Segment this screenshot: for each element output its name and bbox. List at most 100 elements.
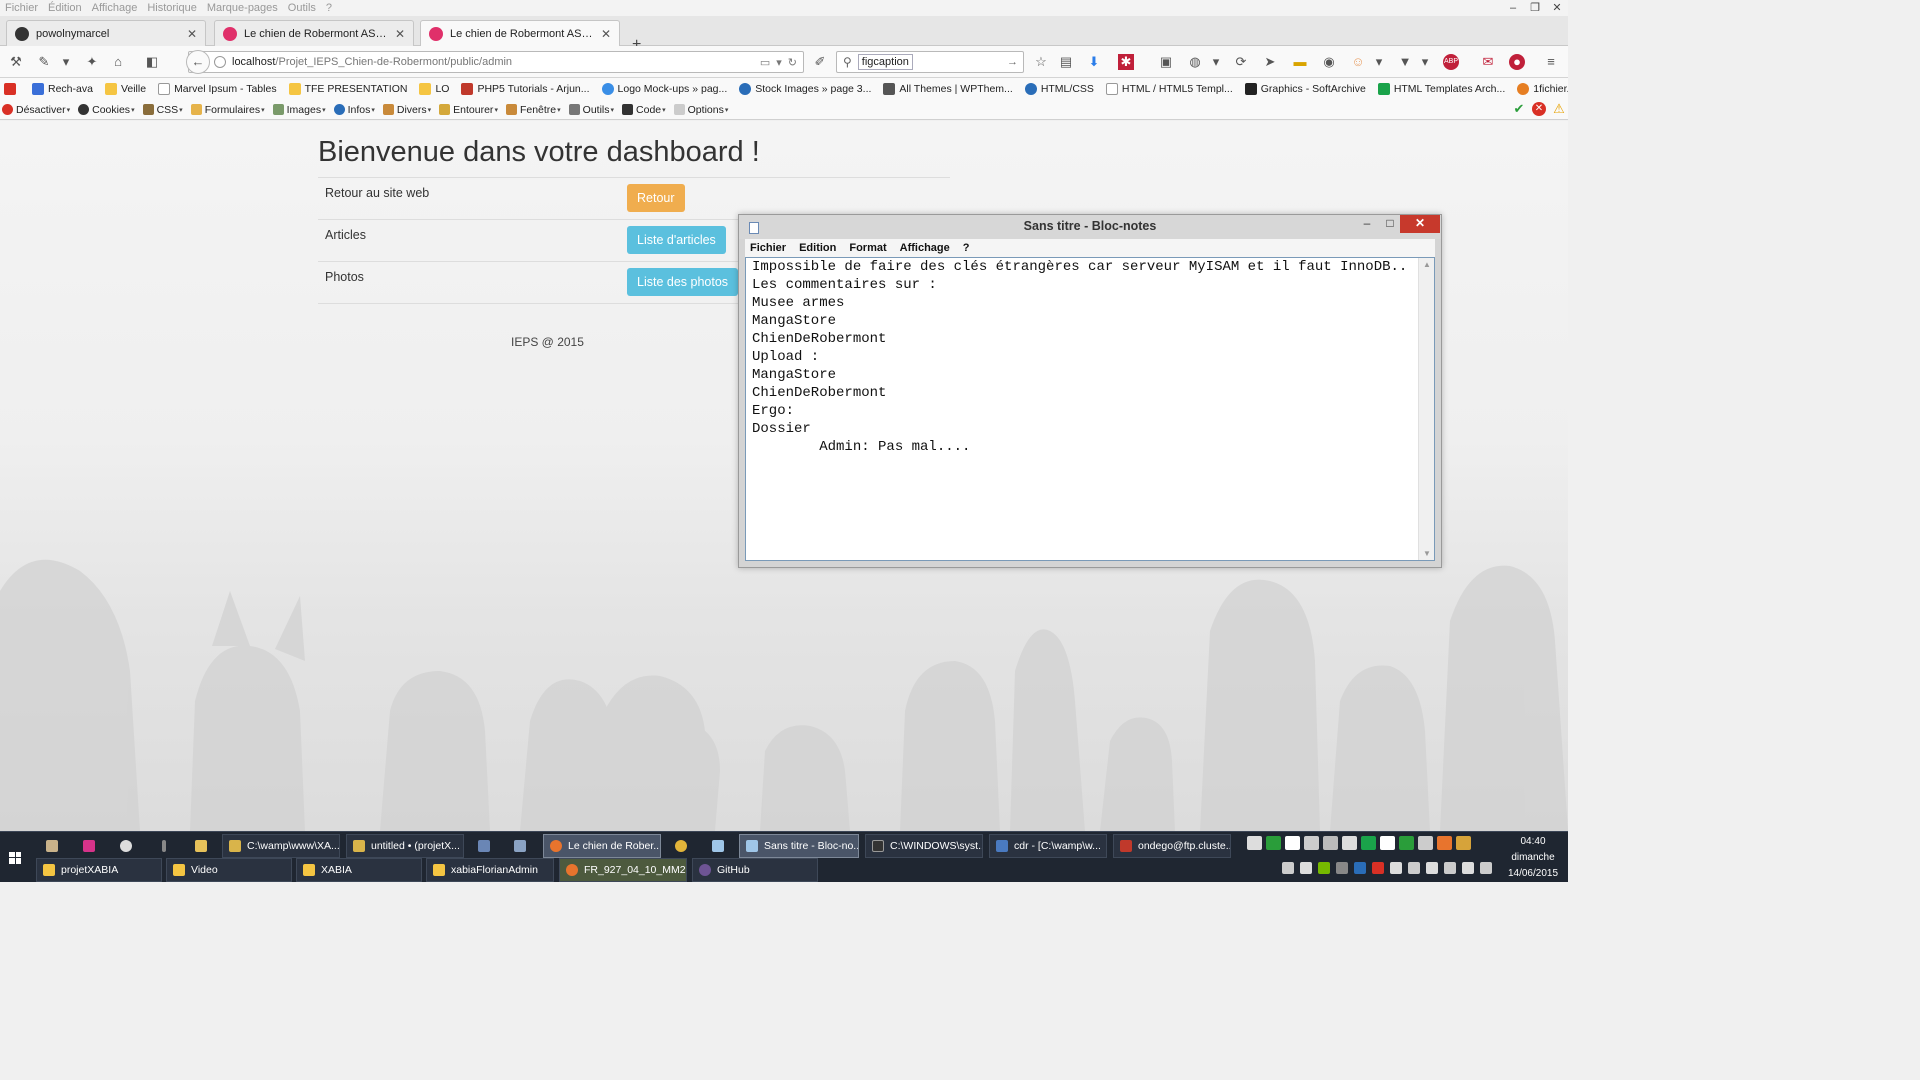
chevron-down-icon[interactable]: ▾ [1417, 54, 1433, 70]
tab-robermont-1[interactable]: Le chien de Robermont ASBL | Un ... ✕ [214, 20, 414, 46]
bookmark-item[interactable]: PHP5 Tutorials - Arjun... [461, 83, 590, 95]
search-input[interactable]: figcaption [857, 54, 913, 70]
emoji-icon[interactable]: ☺ [1350, 54, 1366, 70]
tray-app-icon[interactable] [1399, 836, 1414, 850]
tab-close-icon[interactable]: ✕ [601, 27, 611, 41]
home-icon[interactable]: ⌂ [110, 54, 126, 70]
bookmark-item[interactable]: 1fichier.com: Cloud St... [1517, 83, 1568, 95]
tray-app-icon[interactable] [1354, 862, 1366, 874]
tab-robermont-2[interactable]: Le chien de Robermont ASBL | Un ... ✕ [420, 20, 620, 46]
taskbar-item[interactable]: xabiaFlorianAdmin [426, 858, 554, 882]
bookmark-item[interactable]: LO [419, 83, 449, 95]
dev-tool-icon[interactable]: ⚒ [8, 54, 24, 70]
dev-code[interactable]: Code ▾ [622, 104, 666, 116]
bookmark-item[interactable]: All Themes | WPThem... [883, 83, 1013, 95]
dev-css[interactable]: CSS ▾ [142, 104, 183, 116]
search-bar[interactable]: ⚲ figcaption → [836, 51, 1024, 73]
pocket-save-icon[interactable]: ▼ [1397, 54, 1413, 70]
scroll-down-icon[interactable]: ▼ [1423, 549, 1431, 558]
error-icon[interactable]: ✕ [1532, 102, 1546, 116]
chevron-down-icon[interactable]: ▾ [1208, 54, 1224, 70]
menu-edition[interactable]: Édition [43, 2, 87, 14]
globe-tool-icon[interactable]: ◍ [1187, 54, 1203, 70]
tab-close-icon[interactable]: ✕ [395, 27, 405, 41]
scroll-up-icon[interactable]: ▲ [1423, 260, 1431, 269]
vertical-scrollbar[interactable]: ▲ ▼ [1418, 258, 1434, 560]
bookmark-item[interactable]: HTML/CSS [1024, 83, 1094, 95]
taskbar-item[interactable]: projetXABIA [36, 858, 162, 882]
bookmark-item[interactable]: Rech-ava [32, 83, 93, 95]
bookmark-item[interactable]: Stock Images » page 3... [739, 83, 871, 95]
retour-button[interactable]: Retour [627, 184, 685, 212]
minimize-icon[interactable]: – [1502, 0, 1524, 16]
tray-app-icon[interactable] [1437, 836, 1452, 850]
addon-dark-icon[interactable]: ● [1509, 54, 1525, 70]
bookmarks-list-icon[interactable]: ▤ [1058, 54, 1074, 70]
dev-formulaires[interactable]: Formulaires ▾ [190, 104, 265, 116]
search-go-icon[interactable]: → [1007, 56, 1018, 68]
dev-infos[interactable]: Infos ▾ [333, 104, 375, 116]
dev-outils[interactable]: Outils ▾ [568, 104, 614, 116]
bookmark-item[interactable]: Veille [104, 83, 146, 95]
taskbar-item[interactable]: C:\WINDOWS\syst... [865, 834, 983, 858]
ticket-icon[interactable]: ▬ [1292, 54, 1308, 70]
taskbar-item[interactable]: GitHub [692, 858, 818, 882]
windows-tray-icon[interactable] [1285, 836, 1300, 850]
dev-entourer[interactable]: Entourer ▾ [439, 104, 498, 116]
url-bar[interactable]: ← localhost /Projet_IEPS_Chien-de-Roberm… [186, 50, 804, 74]
tray-app-icon[interactable] [1361, 836, 1376, 850]
taskbar-item[interactable]: C:\wamp\www\XA... [222, 834, 340, 858]
addon-icon[interactable]: ✦ [84, 54, 100, 70]
menu-fichier[interactable]: Fichier [0, 2, 43, 14]
taskbar-item[interactable]: untitled • (projetX... [346, 834, 464, 858]
star-icon[interactable]: ☆ [1033, 54, 1049, 70]
notepad-titlebar[interactable]: Sans titre - Bloc-notes – □ ✕ [739, 215, 1441, 239]
tray-app-icon[interactable] [1408, 862, 1420, 874]
dev-options[interactable]: Options ▾ [673, 104, 728, 116]
taskbar-item[interactable]: cdr - [C:\wamp\w... [989, 834, 1107, 858]
bookmark-tool-icon[interactable]: ✐ [812, 54, 828, 70]
lightbulb-icon[interactable]: ◉ [1321, 54, 1337, 70]
mail-badge-icon[interactable]: ✉ [1480, 54, 1496, 70]
notepad-menu-help[interactable]: ? [963, 242, 970, 254]
sync-icon[interactable]: ⟳ [1233, 54, 1249, 70]
start-button[interactable] [0, 832, 30, 883]
photos-list-button[interactable]: Liste des photos [627, 268, 739, 296]
taskbar-item-notepad[interactable]: Sans titre - Bloc-no... [739, 834, 859, 858]
nvidia-icon[interactable] [1318, 862, 1330, 874]
bookmark-item[interactable]: Graphics - SoftArchive [1244, 83, 1366, 95]
app-image-icon[interactable] [510, 836, 530, 856]
tray-app-icon[interactable] [1336, 862, 1348, 874]
dev-divers[interactable]: Divers ▾ [382, 104, 431, 116]
tray-app-icon[interactable] [1418, 836, 1433, 850]
taskbar-item[interactable]: XABIA [296, 858, 422, 882]
taskbar-clock[interactable]: 04:40 dimanche 14/06/2015 [1500, 834, 1566, 882]
tray-app-icon[interactable] [1456, 836, 1471, 850]
tab-close-icon[interactable]: ✕ [187, 27, 197, 41]
flag-icon[interactable] [1282, 862, 1294, 874]
app-circle-icon[interactable] [116, 836, 136, 856]
tray-app-icon[interactable] [1380, 836, 1395, 850]
menu-help[interactable]: ? [321, 2, 337, 14]
search-tool-icon[interactable] [42, 836, 62, 856]
adblock-icon[interactable]: ABP [1443, 54, 1459, 70]
chevron-down-icon[interactable]: ▾ [58, 54, 74, 70]
bookmark-item[interactable]: TFE PRESENTATION [288, 83, 407, 95]
taskbar-item[interactable]: FR_927_04_10_MM25... [559, 858, 687, 882]
restore-icon[interactable]: ❐ [1524, 0, 1546, 16]
network-icon[interactable] [1462, 862, 1474, 874]
maximize-icon[interactable]: □ [1379, 216, 1401, 230]
dev-fenetre[interactable]: Fenêtre ▾ [505, 104, 561, 116]
tray-app-icon[interactable] [1372, 862, 1384, 874]
menu-outils[interactable]: Outils [283, 2, 321, 14]
tray-app-icon[interactable] [1300, 862, 1312, 874]
taskbar-item[interactable]: Video [166, 858, 292, 882]
pocket-icon[interactable]: ◧ [144, 54, 160, 70]
chevron-down-icon[interactable]: ▾ [1371, 54, 1387, 70]
extension-icon[interactable]: ✎ [36, 54, 52, 70]
taskbar-item[interactable]: ondego@ftp.cluste... [1113, 834, 1231, 858]
app-bar-icon[interactable] [154, 836, 174, 856]
notepad-menu-format[interactable]: Format [849, 242, 886, 254]
warning-icon[interactable]: ⚠ [1552, 102, 1566, 116]
notepad-menu-edition[interactable]: Edition [799, 242, 836, 254]
